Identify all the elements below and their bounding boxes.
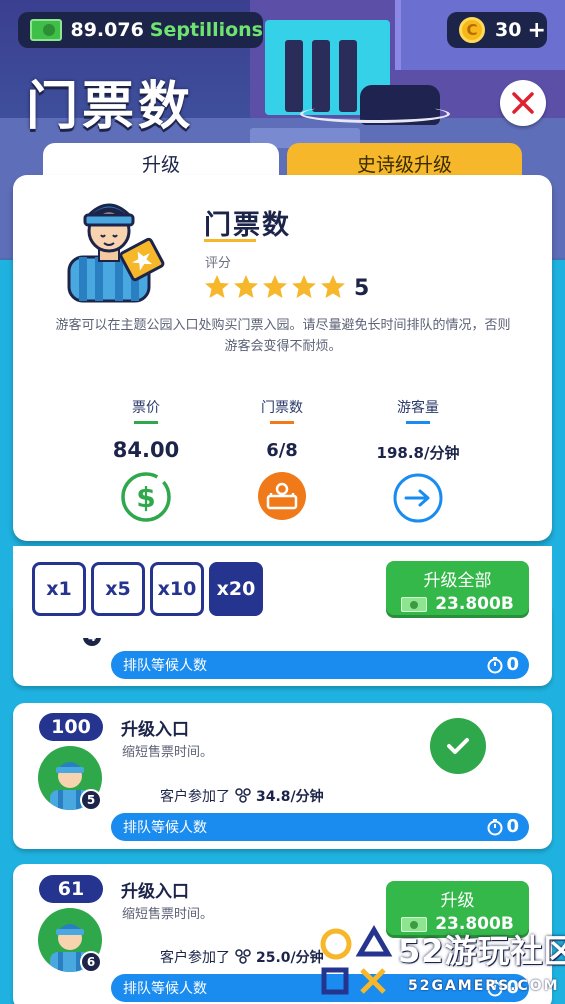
svg-text:$: $	[136, 481, 155, 514]
star-icon	[321, 274, 345, 298]
level-badge: 61	[39, 875, 103, 903]
timer-icon	[487, 818, 503, 835]
close-button[interactable]	[500, 80, 546, 126]
stat-visitors-label: 游客量	[397, 400, 439, 416]
money-unit: Septillions	[149, 19, 263, 41]
rating-label: 评分	[205, 256, 232, 271]
star-icon	[205, 274, 229, 298]
star-icon	[263, 274, 287, 298]
level-badge: 100	[39, 713, 103, 741]
multiplier-x5-button[interactable]: x5	[91, 562, 145, 616]
page-title: 门票数	[26, 77, 195, 137]
effect-prefix: 客户参加了	[160, 789, 230, 805]
queue-count: 0	[506, 816, 519, 837]
stat-visitors-value: 198.8/分钟	[376, 444, 460, 462]
people-icon	[235, 788, 251, 803]
watermark-text: 52游玩社区	[398, 932, 565, 970]
stat-price: 票价 84.00 $	[86, 397, 206, 528]
stat-visitors: 游客量 198.8/分钟	[358, 397, 478, 529]
cash-icon	[401, 596, 428, 612]
ticket-info-card: 门票数 评分 5 游客可以在主题公园入口处购买门票入园。请尽量避免长时间排队的情…	[13, 175, 552, 541]
money-display: 89.076 Septillions	[18, 12, 263, 48]
queue-count: 0	[506, 654, 519, 675]
money-value: 89.076	[70, 19, 144, 41]
checkmark-icon	[447, 738, 469, 754]
stat-price-value: 84.00	[112, 438, 180, 462]
title-underline	[204, 239, 256, 242]
cash-icon	[30, 19, 63, 41]
stat-tickets-label: 门票数	[261, 400, 303, 416]
stat-price-label: 票价	[132, 400, 160, 416]
row-effect: 客户参加了 25.0/分钟	[160, 947, 324, 967]
multiplier-x1-button[interactable]: x1	[32, 562, 86, 616]
ticket-title: 门票数	[204, 210, 291, 241]
upgrade-all-button[interactable]: 升级全部 23.800B	[386, 561, 529, 615]
effect-value: 25.0/分钟	[256, 950, 324, 966]
upgrade-all-label: 升级全部	[423, 571, 492, 591]
upgrade-all-cost: 23.800B	[435, 594, 514, 614]
stat-tickets: 门票数 6/8	[222, 397, 342, 527]
timer-icon	[487, 656, 503, 673]
queue-label: 排队等候人数	[123, 658, 207, 674]
coin-icon: C	[459, 17, 485, 43]
dollar-icon: $	[121, 472, 171, 522]
watermark-url: 52GAMERS.COM	[408, 978, 560, 994]
upgrade-button-label: 升级	[440, 891, 475, 911]
star-icon	[292, 274, 316, 298]
avatar-level-badge: 5	[80, 789, 102, 811]
queue-label: 排队等候人数	[123, 820, 207, 836]
queue-bar: 排队等候人数 0	[111, 813, 529, 841]
close-icon	[512, 92, 534, 114]
ticket-worker-icon	[67, 203, 165, 303]
maxed-check-button	[430, 718, 486, 774]
queue-label: 排队等候人数	[123, 981, 207, 997]
description: 游客可以在主题公园入口处购买门票入园。请尽量避免长时间排队的情况，否则游客会变得…	[55, 318, 511, 354]
row-title: 升级入口	[121, 720, 189, 740]
arrow-right-icon	[393, 473, 443, 523]
coin-value: 30	[495, 19, 522, 41]
rating-number: 5	[354, 276, 370, 301]
effect-value: 34.8/分钟	[256, 789, 324, 805]
multiplier-x20-button[interactable]: x20	[209, 562, 263, 616]
row-subtitle: 缩短售票时间。	[122, 907, 214, 922]
people-icon	[235, 949, 251, 964]
coin-display[interactable]: C 30 +	[447, 12, 547, 48]
queue-bar: 排队等候人数 0	[111, 651, 529, 679]
ticket-booth-icon	[258, 472, 306, 520]
stat-tickets-value: 6/8	[266, 440, 298, 461]
rating-stars: 5	[203, 272, 369, 301]
add-coins-button[interactable]: +	[527, 18, 545, 43]
row-title: 升级入口	[121, 882, 189, 902]
star-icon	[234, 274, 258, 298]
multiplier-x10-button[interactable]: x10	[150, 562, 204, 616]
effect-prefix: 客户参加了	[160, 950, 230, 966]
row-subtitle: 缩短售票时间。	[122, 745, 214, 760]
avatar-level-badge: 6	[80, 951, 102, 973]
row-effect: 客户参加了 34.8/分钟	[160, 786, 324, 806]
